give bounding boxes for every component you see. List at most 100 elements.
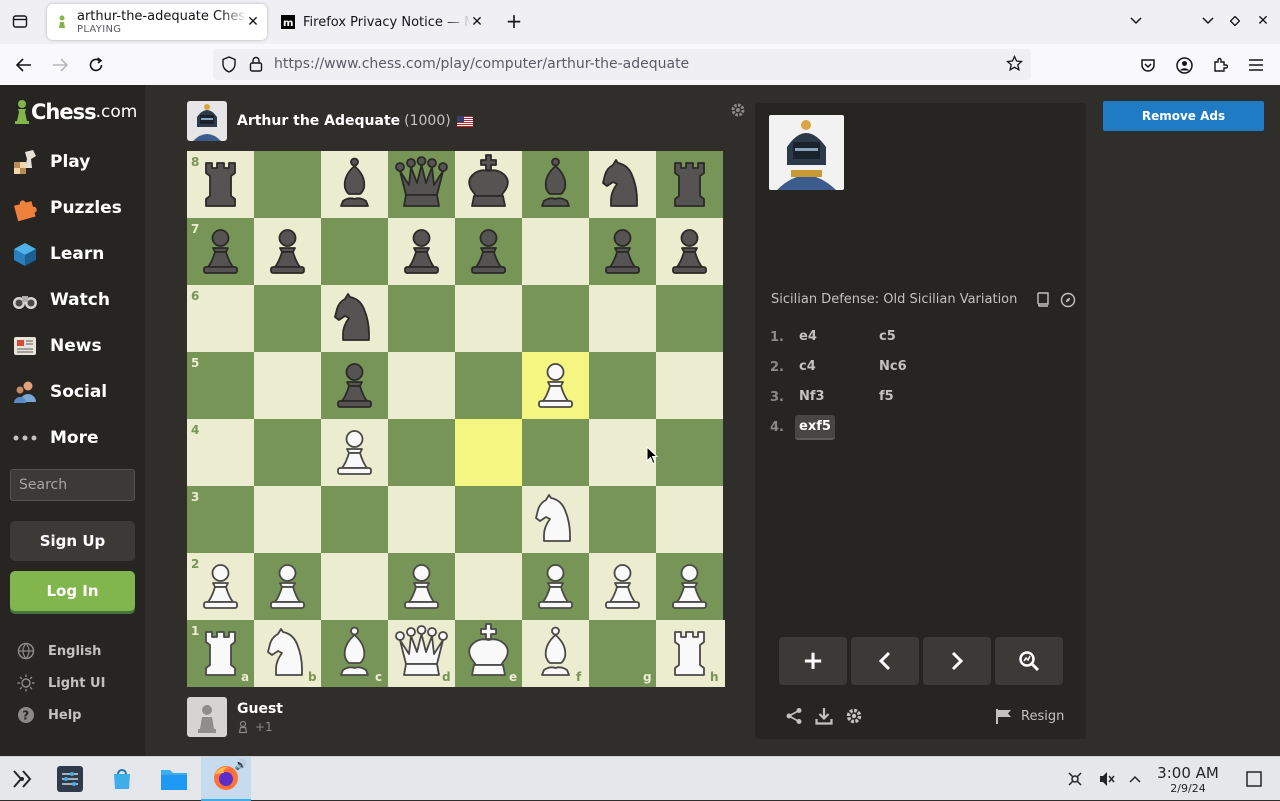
white-knight-piece[interactable] <box>522 486 589 553</box>
square-d5[interactable] <box>388 352 455 419</box>
previous-move-button[interactable] <box>851 637 919 685</box>
square-h4[interactable] <box>656 419 723 486</box>
square-c3[interactable] <box>321 486 388 553</box>
forward-icon[interactable] <box>47 52 73 78</box>
square-d6[interactable] <box>388 285 455 352</box>
square-g6[interactable] <box>589 285 656 352</box>
new-tab-icon[interactable]: + <box>501 8 527 34</box>
square-f4[interactable] <box>522 419 589 486</box>
opening-book-icon[interactable] <box>1035 292 1050 311</box>
white-move[interactable]: e4 <box>795 325 821 348</box>
close-window-icon[interactable]: ✕ <box>1250 8 1276 34</box>
close-tab-icon[interactable]: ✕ <box>245 14 261 30</box>
white-pawn-piece[interactable] <box>656 553 723 620</box>
guest-avatar[interactable] <box>187 697 227 737</box>
square-g5[interactable] <box>589 352 656 419</box>
white-pawn-piece[interactable] <box>522 553 589 620</box>
reload-icon[interactable] <box>83 52 109 78</box>
bookmark-star-icon[interactable] <box>1005 54 1024 76</box>
sidebar-item-news[interactable]: News <box>10 326 140 366</box>
sidebar-item-play[interactable]: Play <box>10 142 140 182</box>
square-b3[interactable] <box>254 486 321 553</box>
black-rook-piece[interactable] <box>656 151 723 218</box>
white-move-current[interactable]: exf5 <box>795 415 835 440</box>
square-c7[interactable] <box>321 218 388 285</box>
bot-avatar[interactable] <box>187 101 227 141</box>
square-h3[interactable] <box>656 486 723 553</box>
square-e4[interactable] <box>455 419 522 486</box>
close-tab-icon[interactable]: ✕ <box>469 14 485 30</box>
sidebar-item-more[interactable]: More <box>10 418 140 458</box>
search-input[interactable]: Search <box>10 469 135 501</box>
black-pawn-piece[interactable] <box>656 218 723 285</box>
square-e2[interactable] <box>455 553 522 620</box>
signup-button[interactable]: Sign Up <box>10 521 135 561</box>
sidebar-item-puzzles[interactable]: Puzzles <box>10 188 140 228</box>
black-pawn-piece[interactable] <box>254 218 321 285</box>
tray-expand-icon[interactable] <box>1123 761 1147 797</box>
black-knight-piece[interactable] <box>589 151 656 218</box>
app-launcher-icon[interactable] <box>8 761 36 797</box>
minimize-icon[interactable] <box>1195 8 1221 34</box>
square-h6[interactable] <box>656 285 723 352</box>
white-pawn-piece[interactable] <box>254 553 321 620</box>
resign-button[interactable]: Resign <box>995 705 1064 727</box>
black-move[interactable]: f5 <box>875 385 898 408</box>
square-d4[interactable] <box>388 419 455 486</box>
sidebar-item-watch[interactable]: Watch <box>10 280 140 320</box>
tab-chess[interactable]: arthur-the-adequate Chess PLAYING ✕ <box>47 4 267 40</box>
square-e6[interactable] <box>455 285 522 352</box>
black-pawn-piece[interactable] <box>455 218 522 285</box>
system-settings-icon[interactable] <box>53 761 87 797</box>
square-g3[interactable] <box>589 486 656 553</box>
black-move[interactable]: c5 <box>875 325 900 348</box>
black-pawn-piece[interactable] <box>388 218 455 285</box>
language-link[interactable]: English <box>16 639 101 663</box>
menu-icon[interactable] <box>1243 52 1269 78</box>
black-bishop-piece[interactable] <box>522 151 589 218</box>
settings-gear-icon[interactable] <box>843 705 865 727</box>
white-move[interactable]: c4 <box>795 355 820 378</box>
clock[interactable]: 3:00 AM 2/9/24 <box>1152 761 1224 797</box>
square-b5[interactable] <box>254 352 321 419</box>
square-b8[interactable] <box>254 151 321 218</box>
discover-store-icon[interactable] <box>105 761 139 797</box>
square-f7[interactable] <box>522 218 589 285</box>
maximize-icon[interactable] <box>1222 8 1248 34</box>
square-b4[interactable] <box>254 419 321 486</box>
login-button[interactable]: Log In <box>10 571 135 611</box>
chess-com-logo[interactable]: Chess .com <box>14 97 137 127</box>
tracking-shield-icon[interactable] <box>221 56 237 77</box>
file-manager-icon[interactable] <box>157 761 191 797</box>
help-link[interactable]: ? Help <box>16 703 81 727</box>
extensions-icon[interactable] <box>1207 52 1233 78</box>
square-b6[interactable] <box>254 285 321 352</box>
light-ui-toggle[interactable]: Light UI <box>16 671 105 695</box>
white-pawn-piece[interactable] <box>388 553 455 620</box>
show-desktop-icon[interactable] <box>1242 761 1266 797</box>
explorer-compass-icon[interactable] <box>1060 292 1076 312</box>
black-bishop-piece[interactable] <box>321 151 388 218</box>
white-pawn-piece[interactable] <box>522 352 589 419</box>
lock-icon[interactable] <box>249 56 263 76</box>
firefox-taskbar-icon[interactable]: 🔊 <box>201 757 251 801</box>
black-move[interactable]: Nc6 <box>875 355 911 378</box>
download-icon[interactable] <box>813 705 835 727</box>
square-e5[interactable] <box>455 352 522 419</box>
sidebar-item-learn[interactable]: Learn <box>10 234 140 274</box>
network-icon[interactable] <box>1063 761 1087 797</box>
square-f6[interactable] <box>522 285 589 352</box>
account-icon[interactable] <box>1171 52 1197 78</box>
black-knight-piece[interactable] <box>321 285 388 352</box>
remove-ads-button[interactable]: Remove Ads <box>1103 101 1264 131</box>
share-icon[interactable] <box>783 705 805 727</box>
list-tabs-icon[interactable] <box>1123 8 1149 34</box>
firefox-view-icon[interactable] <box>7 8 33 34</box>
square-h5[interactable] <box>656 352 723 419</box>
sidebar-item-social[interactable]: Social <box>10 372 140 412</box>
board-settings-icon[interactable] <box>730 102 746 122</box>
black-king-piece[interactable] <box>455 151 522 218</box>
new-game-button[interactable]: + <box>779 637 847 685</box>
url-bar[interactable]: https://www.chess.com/play/computer/arth… <box>213 49 1031 80</box>
white-move[interactable]: Nf3 <box>795 385 829 408</box>
